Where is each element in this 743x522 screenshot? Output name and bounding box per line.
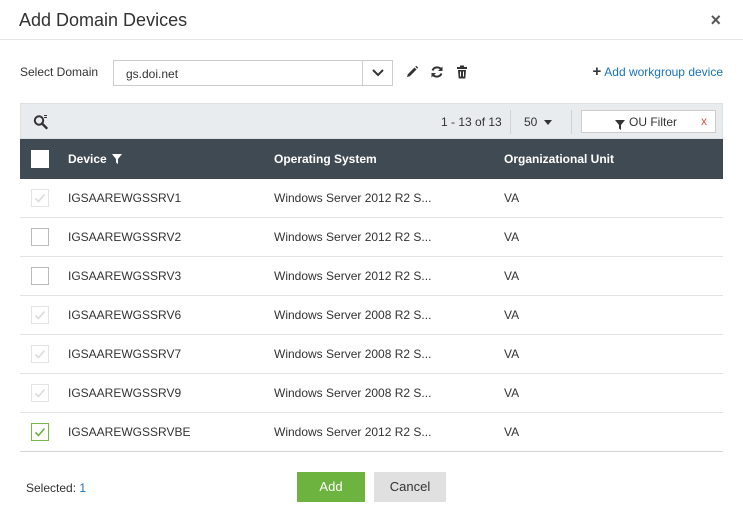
column-header-label: Device [68, 152, 107, 166]
device-name-cell: IGSAAREWGSSRV6 [68, 308, 182, 322]
grid-toolbar: 1 - 13 of 13 50 OU Filter x [20, 103, 723, 139]
trash-icon[interactable] [455, 65, 469, 79]
select-domain-label: Select Domain [20, 65, 99, 79]
operating-system-cell: Windows Server 2012 R2 S... [274, 269, 432, 283]
table-row[interactable]: IGSAAREWGSSRV7 Windows Server 2008 R2 S..… [20, 335, 723, 374]
checkmark-icon [34, 388, 46, 398]
domain-value: gs.doi.net [126, 67, 179, 81]
device-table-body: IGSAAREWGSSRV1 Windows Server 2012 R2 S..… [20, 179, 723, 452]
row-checkbox [31, 306, 49, 324]
add-domain-devices-dialog: Add Domain Devices × Select Domain gs.do… [0, 0, 743, 522]
row-checkbox [31, 345, 49, 363]
organizational-unit-cell: VA [504, 386, 520, 400]
row-checkbox[interactable] [31, 228, 49, 246]
table-row[interactable]: IGSAAREWGSSRV2 Windows Server 2012 R2 S..… [20, 218, 723, 257]
search-icon[interactable] [33, 114, 49, 130]
operating-system-cell: Windows Server 2008 R2 S... [274, 308, 432, 322]
row-checkbox [31, 384, 49, 402]
operating-system-cell: Windows Server 2008 R2 S... [274, 347, 432, 361]
device-name-cell: IGSAAREWGSSRV9 [68, 386, 182, 400]
row-checkbox[interactable] [31, 423, 49, 441]
table-row[interactable]: IGSAAREWGSSRV3 Windows Server 2012 R2 S..… [20, 257, 723, 296]
pencil-icon[interactable] [405, 65, 419, 79]
ou-filter-label: OU Filter [629, 115, 677, 129]
pagination-info: 1 - 13 of 13 [441, 115, 502, 129]
column-header-operating-system[interactable]: Operating System [274, 152, 377, 166]
organizational-unit-cell: VA [504, 308, 520, 322]
page-size-value: 50 [524, 115, 538, 129]
organizational-unit-cell: VA [504, 269, 520, 283]
caret-down-icon [544, 119, 553, 125]
device-name-cell: IGSAAREWGSSRVBE [68, 425, 191, 439]
row-checkbox [31, 189, 49, 207]
device-name-cell: IGSAAREWGSSRV3 [68, 269, 182, 283]
table-header: Device Operating System Organizational U… [20, 139, 723, 179]
checkmark-icon [34, 310, 46, 320]
selected-label: Selected: [26, 481, 77, 495]
select-all-checkbox[interactable] [31, 150, 49, 168]
checkmark-icon [34, 349, 46, 359]
operating-system-cell: Windows Server 2008 R2 S... [274, 386, 432, 400]
filter-icon[interactable] [111, 154, 122, 164]
device-name-cell: IGSAAREWGSSRV7 [68, 347, 182, 361]
toolbar-divider [510, 110, 511, 134]
filter-icon [615, 117, 625, 135]
chevron-down-icon[interactable] [362, 61, 392, 85]
ou-filter-button[interactable]: OU Filter x [581, 110, 716, 133]
device-name-cell: IGSAAREWGSSRV2 [68, 230, 182, 244]
clear-filter-icon[interactable]: x [701, 114, 707, 128]
domain-selector-row: Select Domain gs.doi.net + Add workgroup… [0, 60, 743, 86]
row-checkbox[interactable] [31, 267, 49, 285]
operating-system-cell: Windows Server 2012 R2 S... [274, 230, 432, 244]
device-name-cell: IGSAAREWGSSRV1 [68, 191, 182, 205]
footer-divider [20, 451, 723, 452]
page-size-dropdown[interactable]: 50 [524, 115, 553, 129]
checkmark-icon [34, 193, 46, 203]
cancel-button[interactable]: Cancel [374, 472, 446, 502]
column-header-organizational-unit[interactable]: Organizational Unit [504, 152, 614, 166]
refresh-icon[interactable] [430, 65, 444, 79]
dialog-title: Add Domain Devices [19, 10, 188, 30]
toolbar-divider [571, 110, 572, 134]
organizational-unit-cell: VA [504, 230, 520, 244]
dialog-header: Add Domain Devices × [0, 0, 743, 40]
add-workgroup-device-link[interactable]: + Add workgroup device [592, 63, 724, 80]
selected-count: Selected: 1 [26, 481, 86, 495]
selected-count-value: 1 [79, 481, 87, 495]
checkmark-icon [34, 427, 46, 437]
organizational-unit-cell: VA [504, 191, 520, 205]
add-workgroup-device-label: Add workgroup device [604, 65, 723, 79]
table-row[interactable]: IGSAAREWGSSRV9 Windows Server 2008 R2 S..… [20, 374, 723, 413]
organizational-unit-cell: VA [504, 347, 520, 361]
plus-icon: + [592, 63, 602, 80]
close-icon[interactable]: × [710, 10, 721, 30]
organizational-unit-cell: VA [504, 425, 520, 439]
table-row[interactable]: IGSAAREWGSSRV1 Windows Server 2012 R2 S..… [20, 179, 723, 218]
operating-system-cell: Windows Server 2012 R2 S... [274, 191, 432, 205]
column-header-device[interactable]: Device [68, 152, 122, 166]
table-row[interactable]: IGSAAREWGSSRVBE Windows Server 2012 R2 S.… [20, 413, 723, 452]
add-button[interactable]: Add [297, 472, 365, 502]
domain-dropdown[interactable]: gs.doi.net [113, 60, 393, 86]
table-row[interactable]: IGSAAREWGSSRV6 Windows Server 2008 R2 S..… [20, 296, 723, 335]
operating-system-cell: Windows Server 2012 R2 S... [274, 425, 432, 439]
